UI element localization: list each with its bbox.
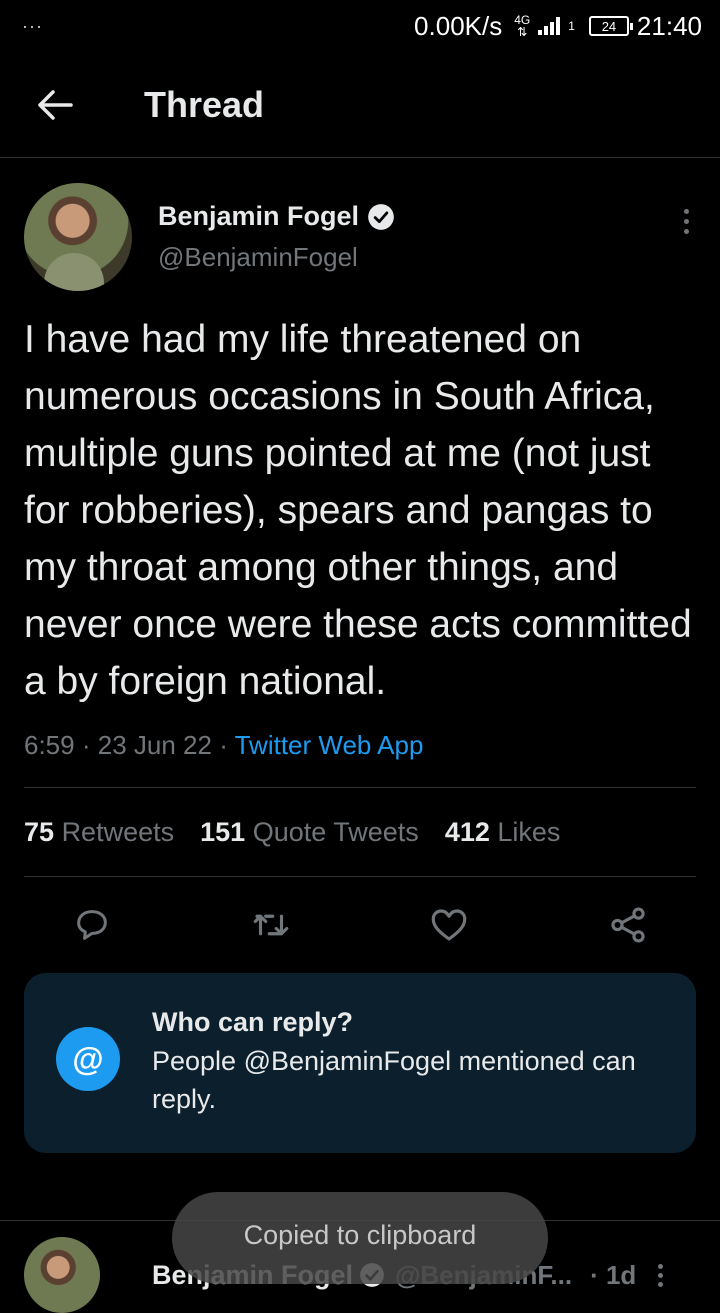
sim-indicator: 1 [568, 19, 575, 33]
more-options-button[interactable] [676, 201, 696, 241]
likes-stat[interactable]: 412 Likes [445, 817, 561, 848]
avatar[interactable] [24, 183, 132, 291]
next-tweet-time: · 1d [590, 1259, 637, 1290]
retweets-stat[interactable]: 75 Retweets [24, 817, 174, 848]
tweet-meta: 6:59 · 23 Jun 22 · Twitter Web App [24, 730, 424, 760]
tweet-time: 6:59 [24, 730, 75, 760]
signal-icon [538, 17, 561, 35]
tweet-source-link[interactable]: Twitter Web App [235, 730, 424, 760]
like-button[interactable] [425, 901, 473, 949]
tweet-text: I have had my life threatened on numerou… [24, 318, 692, 703]
retweet-button[interactable] [247, 901, 295, 949]
status-dots: ··· [22, 15, 43, 36]
quote-tweets-stat[interactable]: 151 Quote Tweets [200, 817, 419, 848]
author-name[interactable]: Benjamin Fogel [158, 201, 359, 232]
share-button[interactable] [604, 901, 652, 949]
retweet-icon [253, 914, 288, 936]
at-mention-icon: @ [56, 1027, 120, 1091]
author-handle[interactable]: @BenjaminFogel [158, 242, 676, 273]
battery-icon: 24 [588, 16, 633, 36]
reply-button[interactable] [68, 901, 116, 949]
page-title: Thread [144, 83, 265, 125]
top-bar: Thread [0, 52, 720, 158]
clock: 21:40 [636, 10, 702, 41]
main-tweet: Benjamin Fogel @BenjaminFogel I have had… [24, 183, 696, 1153]
toast-message: Copied to clipboard [243, 1220, 477, 1250]
back-button[interactable] [0, 52, 110, 157]
who-can-reply-description: People @BenjaminFogel mentioned can repl… [152, 1046, 636, 1114]
reply-icon [77, 910, 107, 940]
copied-toast: Copied to clipboard [172, 1192, 548, 1284]
heart-icon [431, 909, 467, 941]
avatar[interactable] [24, 1237, 100, 1313]
action-bar [24, 877, 696, 973]
status-bar: ··· 0.00K/s 4G ⇅ 1 24 21:40 [0, 0, 720, 52]
net-speed: 0.00K/s [414, 10, 503, 41]
verified-badge-icon [368, 203, 394, 230]
tweet-stats: 75 Retweets 151 Quote Tweets 412 Likes [24, 788, 696, 876]
back-arrow-icon [38, 89, 73, 120]
author-name-row[interactable]: Benjamin Fogel [158, 201, 676, 232]
share-icon [611, 907, 645, 943]
who-can-reply-card: @ Who can reply? People @BenjaminFogel m… [24, 973, 696, 1153]
more-options-button[interactable] [658, 1263, 664, 1287]
tweet-date: 23 Jun 22 [97, 730, 212, 760]
network-type: 4G ⇅ [514, 13, 531, 39]
who-can-reply-title: Who can reply? [152, 1007, 354, 1037]
